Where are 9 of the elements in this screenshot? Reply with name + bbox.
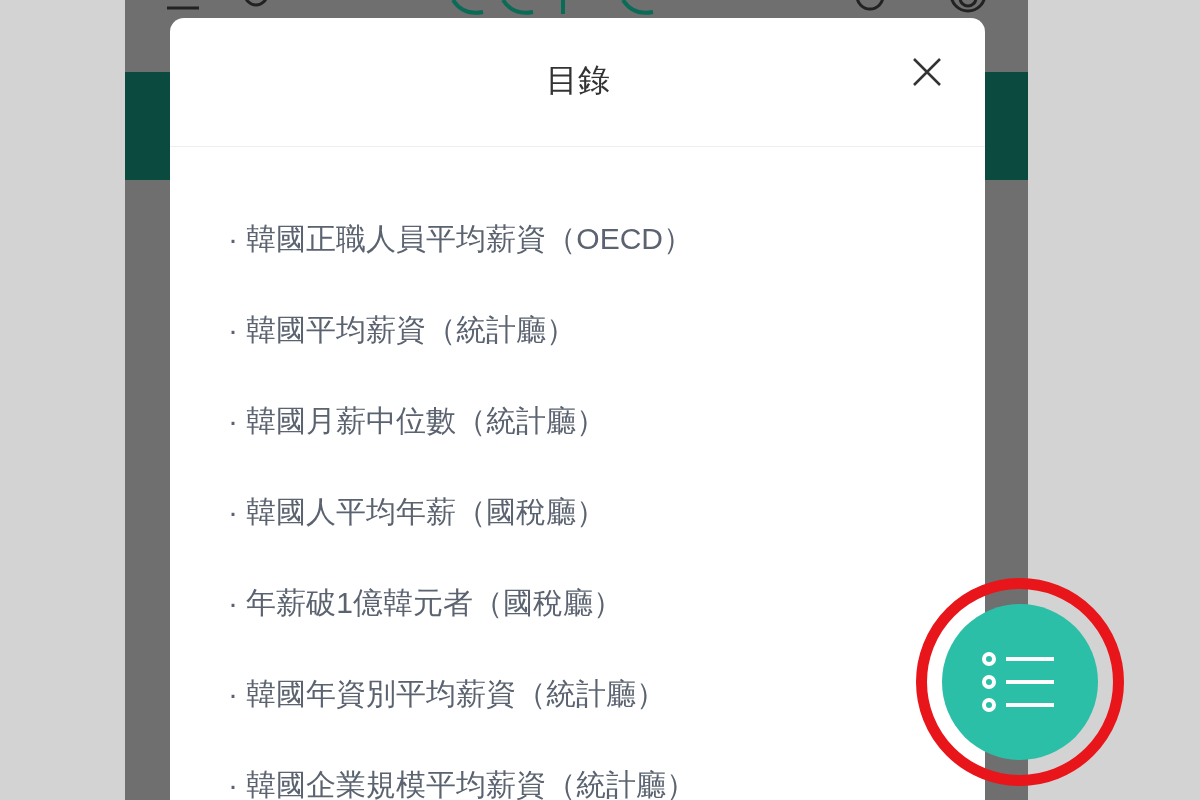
toc-link[interactable]: · 韓國人平均年薪（國稅廳） [228,492,607,532]
toc-link[interactable]: · 韓國年資別平均薪資（統計廳） [228,674,667,714]
toc-link[interactable]: · 韓國企業規模平均薪資（統計廳） [228,765,697,800]
toc-link[interactable]: · 韓國正職人員平均薪資（OECD） [228,219,693,259]
toc-link[interactable]: · 韓國平均薪資（統計廳） [228,310,577,350]
toc-link[interactable]: · 年薪破1億韓元者（國稅廳） [228,583,623,623]
close-icon [911,56,943,88]
dialog-title: 目錄 [545,61,610,100]
toc-link[interactable]: · 韓國月薪中位數（統計廳） [228,401,607,441]
